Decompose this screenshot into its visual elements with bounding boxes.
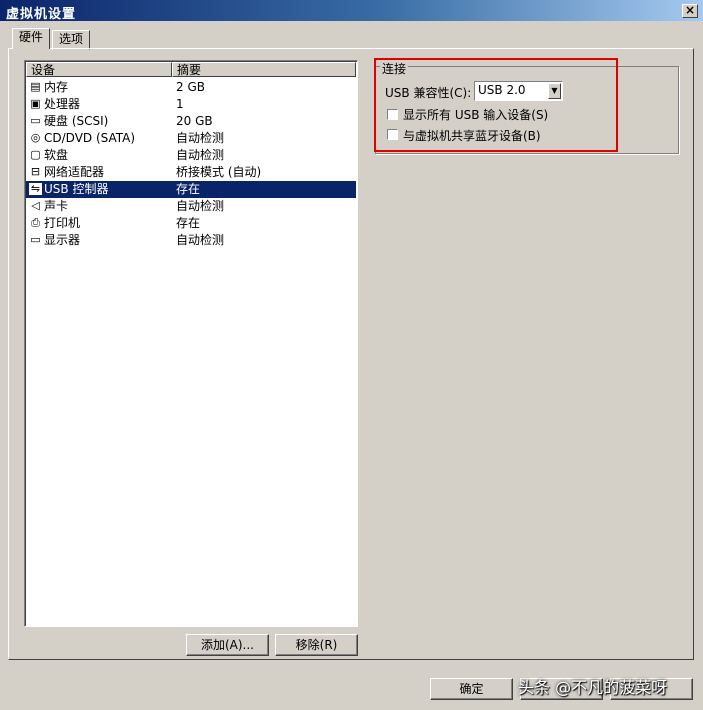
device-name: 硬盘 (SCSI) xyxy=(44,114,109,128)
ok-button[interactable]: 确定 xyxy=(430,678,513,700)
display-icon: ▭ xyxy=(30,233,41,246)
device-summary: 自动检测 xyxy=(176,131,225,145)
device-summary: 自动检测 xyxy=(176,199,225,213)
network-icon: ⊟ xyxy=(30,165,41,178)
tab-hardware[interactable]: 硬件 xyxy=(12,28,51,49)
device-summary: 自动检测 xyxy=(176,233,225,247)
device-name: 声卡 xyxy=(44,199,69,213)
column-header-device[interactable]: 设备 xyxy=(26,62,172,77)
window-title: 虚拟机设置 xyxy=(6,7,77,22)
device-summary: 2 GB xyxy=(176,80,205,94)
printer-icon: ⎙ xyxy=(31,216,40,229)
column-header-summary[interactable]: 摘要 xyxy=(172,62,356,77)
add-button[interactable]: 添加(A)... xyxy=(186,634,269,656)
device-summary: 存在 xyxy=(176,216,201,230)
floppy-icon: ▢ xyxy=(30,148,41,161)
remove-button[interactable]: 移除(R) xyxy=(275,634,358,656)
device-row-sound[interactable]: ◁ 声卡 自动检测 xyxy=(26,198,356,215)
device-row-display[interactable]: ▭ 显示器 自动检测 xyxy=(26,232,356,249)
device-row-cdrom[interactable]: ◎ CD/DVD (SATA) 自动检测 xyxy=(26,130,356,147)
device-name: 处理器 xyxy=(44,97,81,111)
device-row-floppy[interactable]: ▢ 软盘 自动检测 xyxy=(26,147,356,164)
title-bar[interactable]: 虚拟机设置 × xyxy=(0,0,703,22)
device-row-harddisk[interactable]: ▭ 硬盘 (SCSI) 20 GB xyxy=(26,113,356,130)
device-name: 打印机 xyxy=(44,216,81,230)
processor-icon: ▣ xyxy=(30,97,41,110)
device-row-memory[interactable]: ▤ 内存 2 GB xyxy=(26,79,356,96)
cdrom-icon: ◎ xyxy=(30,131,41,144)
device-name: 显示器 xyxy=(44,233,81,247)
device-name: 网络适配器 xyxy=(44,165,105,179)
device-summary: 1 xyxy=(176,97,184,111)
usb-icon: ⇋ xyxy=(29,182,42,195)
device-summary: 存在 xyxy=(176,182,201,196)
harddisk-icon: ▭ xyxy=(30,114,41,127)
device-summary: 桥接模式 (自动) xyxy=(176,165,262,179)
close-button[interactable]: × xyxy=(682,4,698,18)
device-summary: 20 GB xyxy=(176,114,213,128)
sound-icon: ◁ xyxy=(31,199,40,212)
tab-options[interactable]: 选项 xyxy=(52,30,91,50)
device-summary: 自动检测 xyxy=(176,148,225,162)
device-row-processor[interactable]: ▣ 处理器 1 xyxy=(26,96,356,113)
annotation-highlight xyxy=(374,58,618,152)
device-name: 软盘 xyxy=(44,148,69,162)
device-row-usb[interactable]: ⇋ USB 控制器 存在 xyxy=(26,181,356,198)
device-row-network[interactable]: ⊟ 网络适配器 桥接模式 (自动) xyxy=(26,164,356,181)
device-name: USB 控制器 xyxy=(44,182,109,196)
device-row-printer[interactable]: ⎙ 打印机 存在 xyxy=(26,215,356,232)
list-header: 设备 摘要 xyxy=(26,62,356,78)
device-name: 内存 xyxy=(44,80,69,94)
device-list[interactable]: 设备 摘要 ▤ 内存 2 GB ▣ 处理器 1 ▭ 硬盘 (SCSI) 20 G… xyxy=(24,60,358,627)
device-name: CD/DVD (SATA) xyxy=(44,131,136,145)
watermark-text: 头条 @不凡的菠菜呀 xyxy=(518,678,668,697)
memory-icon: ▤ xyxy=(30,80,41,93)
